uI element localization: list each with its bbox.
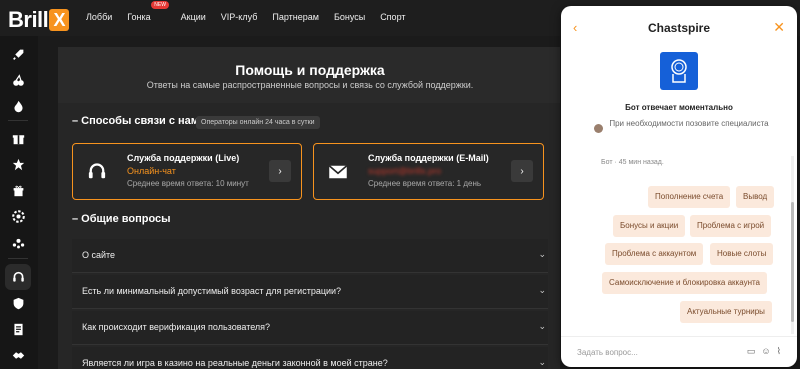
chip-new-slots[interactable]: Новые слоты bbox=[710, 243, 774, 265]
nav-item-race-label: Гонка bbox=[127, 12, 151, 22]
chevron-down-icon: ⌄ bbox=[538, 357, 546, 367]
bot-hint-text: При необходимости позовите специалиста bbox=[609, 119, 769, 128]
faq-item[interactable]: О сайте ⌄ bbox=[72, 239, 548, 273]
logo-text: Brill bbox=[8, 7, 49, 32]
nav-item-lobby[interactable]: Лобби bbox=[86, 12, 112, 22]
faq-item[interactable]: Есть ли минимальный допустимый возраст д… bbox=[72, 275, 548, 309]
operators-online-badge: Операторы онлайн 24 часа в сутки bbox=[196, 116, 320, 129]
bot-status-text: Бот отвечает моментально bbox=[625, 103, 733, 112]
chip-bonuses[interactable]: Бонусы и акции bbox=[613, 215, 686, 237]
page-subtitle: Ответы на самые распространенные вопросы… bbox=[146, 80, 474, 90]
bot-astronaut-logo bbox=[660, 52, 698, 90]
close-icon[interactable]: ✕ bbox=[773, 19, 785, 36]
nav-item-promotions[interactable]: Акции bbox=[181, 12, 206, 22]
message-meta: Бот · 45 мин назад. bbox=[601, 159, 664, 166]
live-support-title: Служба поддержки (Live) bbox=[127, 153, 240, 163]
headset-icon[interactable] bbox=[10, 269, 26, 285]
chip-deposit[interactable]: Пополнение счета bbox=[648, 186, 731, 208]
faq-question: Есть ли минимальный допустимый возраст д… bbox=[82, 286, 342, 296]
live-support-channel: Онлайн-чат bbox=[127, 166, 176, 176]
sidebar-divider bbox=[8, 120, 28, 121]
chevron-right-icon[interactable]: › bbox=[269, 160, 291, 182]
star-icon[interactable] bbox=[10, 156, 26, 172]
chat-input-bar: Задать вопрос... ▭☺⌇ bbox=[561, 336, 797, 367]
gift-box-icon[interactable] bbox=[10, 182, 26, 198]
faq-question: Является ли игра в казино на реальные де… bbox=[82, 358, 388, 368]
fire-icon[interactable] bbox=[10, 98, 26, 114]
support-chat-widget: ‹ Chastspire ✕ Бот отвечает моментально … bbox=[561, 6, 797, 367]
new-badge: NEW bbox=[151, 1, 169, 9]
chevron-right-icon[interactable]: › bbox=[511, 160, 533, 182]
rocket-icon[interactable] bbox=[10, 46, 26, 62]
brand-logo[interactable]: Brill X bbox=[8, 7, 70, 33]
page-title: Помощь и поддержка bbox=[235, 62, 385, 78]
faq-item[interactable]: Как происходит верификация пользователя?… bbox=[72, 311, 548, 345]
chat-input-tools: ▭☺⌇ bbox=[747, 346, 787, 357]
chat-scrollbar-thumb[interactable] bbox=[791, 202, 794, 322]
nav-item-vip-club[interactable]: VIP-клуб bbox=[221, 12, 258, 22]
chat-title: Chastspire bbox=[647, 21, 711, 35]
faq-item[interactable]: Является ли игра в казино на реальные де… bbox=[72, 347, 548, 369]
faq-question: О сайте bbox=[82, 250, 116, 260]
envelope-icon bbox=[328, 162, 348, 182]
live-support-time: Среднее время ответа: 10 минут bbox=[127, 179, 249, 188]
document-icon[interactable] bbox=[10, 321, 26, 337]
handshake-icon[interactable] bbox=[10, 347, 26, 363]
chevron-down-icon: ⌄ bbox=[538, 285, 546, 295]
chip-game-problem[interactable]: Проблема с игрой bbox=[690, 215, 772, 237]
emoji-icon[interactable]: ☺ bbox=[761, 346, 776, 356]
chevron-down-icon: ⌄ bbox=[538, 321, 546, 331]
attachment-icon[interactable]: ⌇ bbox=[777, 346, 787, 356]
nav-item-sport[interactable]: Спорт bbox=[380, 12, 405, 22]
email-support-time: Среднее время ответа: 1 день bbox=[368, 179, 482, 188]
gif-icon[interactable]: ▭ bbox=[747, 346, 762, 356]
shield-icon[interactable] bbox=[10, 295, 26, 311]
chip-self-exclusion[interactable]: Самоисключение и блокировка аккаунта bbox=[602, 272, 768, 294]
contacts-section-title: – Способы связи с нами bbox=[72, 115, 206, 127]
chip-withdraw[interactable]: Вывод bbox=[736, 186, 775, 208]
chip-icon[interactable] bbox=[10, 208, 26, 224]
chat-message-input[interactable]: Задать вопрос... bbox=[577, 348, 638, 357]
nav-item-partners[interactable]: Партнерам bbox=[272, 12, 319, 22]
chip-tournaments[interactable]: Актуальные турниры bbox=[680, 301, 772, 323]
gift-icon[interactable] bbox=[10, 130, 26, 146]
email-support-address[interactable]: support@brillx.pro bbox=[368, 166, 441, 176]
nav-item-race[interactable]: Гонка NEW bbox=[127, 1, 169, 22]
chat-header: ‹ Chastspire ✕ bbox=[561, 6, 797, 50]
headset-icon bbox=[87, 162, 107, 182]
balloon-icon[interactable] bbox=[10, 234, 26, 250]
chevron-down-icon: ⌄ bbox=[538, 249, 546, 259]
nav-item-bonuses[interactable]: Бонусы bbox=[334, 12, 365, 22]
faq-question: Как происходит верификация пользователя? bbox=[82, 322, 271, 332]
sidebar-divider bbox=[8, 258, 28, 259]
main-nav: Лобби Гонка NEW Акции VIP-клуб Партнерам … bbox=[86, 1, 421, 22]
logo-mark: X bbox=[49, 9, 70, 31]
email-support-title: Служба поддержки (E-Mail) bbox=[368, 153, 489, 163]
chip-account-problem[interactable]: Проблема с аккаунтом bbox=[605, 243, 704, 265]
live-support-card[interactable]: Служба поддержки (Live) Онлайн-чат Средн… bbox=[72, 143, 302, 200]
faq-section-title: – Общие вопросы bbox=[72, 213, 171, 225]
email-support-card[interactable]: Служба поддержки (E-Mail) support@brillx… bbox=[313, 143, 544, 200]
